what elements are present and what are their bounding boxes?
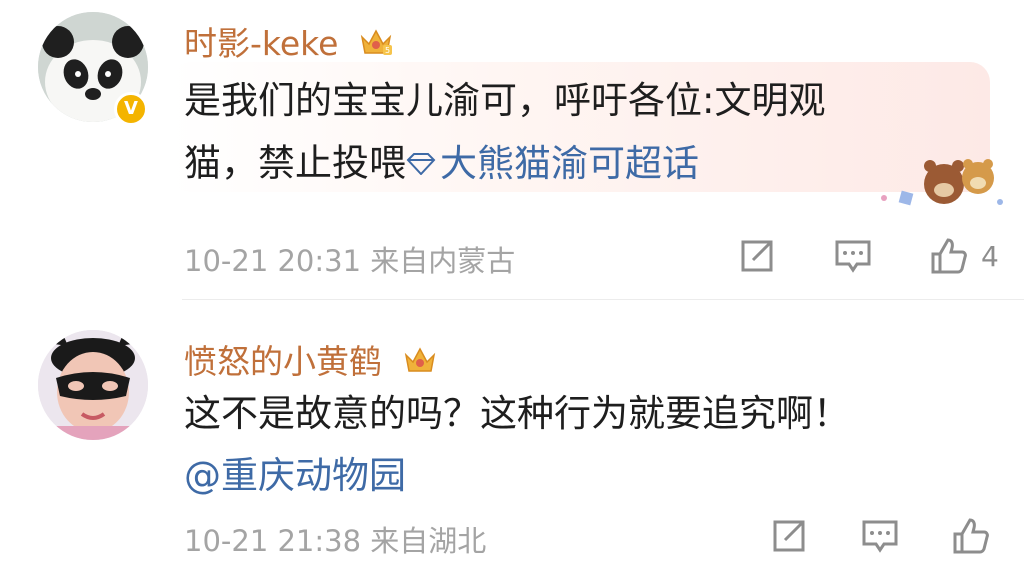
comment-username[interactable]: 时影-keke 5 [184, 17, 393, 65]
comment-time: 10-21 21:38 [184, 524, 362, 558]
super-topic-diamond-icon [406, 132, 436, 194]
comment-meta: 10-21 20:31 来自内蒙古 [184, 238, 515, 280]
comment-text: 是我们的宝宝儿渝可，呼吁各位:文明观 猫，禁止投喂 大熊猫渝可超话 [184, 70, 825, 198]
comment-text: 这不是故意的吗？这种行为就要追究啊！ @重庆动物园 [184, 383, 850, 507]
bear-sticker-icon [872, 150, 1012, 212]
verified-badge-icon: V [114, 92, 148, 126]
comment-text-line: 是我们的宝宝儿渝可，呼吁各位:文明观 [184, 79, 826, 122]
username-text[interactable]: 时影-keke [184, 24, 338, 63]
avatar-masked-person[interactable] [38, 330, 148, 440]
mention-link[interactable]: @重庆动物园 [184, 445, 850, 507]
like-count: 4 [981, 239, 999, 273]
comment-time: 10-21 20:31 [184, 244, 362, 278]
super-topic-text[interactable]: 大熊猫渝可超话 [440, 142, 699, 185]
comment-location: 来自湖北 [370, 524, 487, 558]
username-text[interactable]: 愤怒的小黄鹤 [184, 342, 382, 381]
svg-text:5: 5 [385, 46, 390, 55]
comment-text-line: 猫，禁止投喂 大熊猫渝可超话 [184, 132, 825, 198]
comment-text-line: 这不是故意的吗？这种行为就要追究啊！ [184, 392, 850, 435]
super-topic-link[interactable]: 大熊猫渝可超话 [406, 142, 699, 185]
like-icon[interactable] [951, 516, 991, 556]
repost-icon[interactable] [737, 236, 777, 276]
comment-icon[interactable] [860, 516, 900, 556]
comment-actions: 4 [737, 236, 999, 276]
comment-text-prefix: 猫，禁止投喂 [184, 141, 406, 185]
comment-username[interactable]: 愤怒的小黄鹤 [184, 335, 437, 383]
comment-icon[interactable] [833, 236, 873, 276]
repost-icon[interactable] [769, 516, 809, 556]
comment-2: 愤怒的小黄鹤 这不是故意的吗？这种行为就要追究啊！ @重庆动物园 10-21 2… [0, 300, 1024, 578]
comment-actions [769, 516, 991, 556]
comment-meta: 10-21 21:38 来自湖北 [184, 518, 486, 560]
comment-location: 来自内蒙古 [370, 244, 516, 278]
crown-badge-icon [403, 344, 437, 383]
like-icon[interactable] [929, 236, 969, 276]
comment-1: V 时影-keke 5 是我们的宝宝儿渝可，呼吁各位:文明观 猫，禁止投喂 大熊猫… [0, 0, 1024, 300]
crown-badge-icon: 5 [359, 26, 393, 65]
